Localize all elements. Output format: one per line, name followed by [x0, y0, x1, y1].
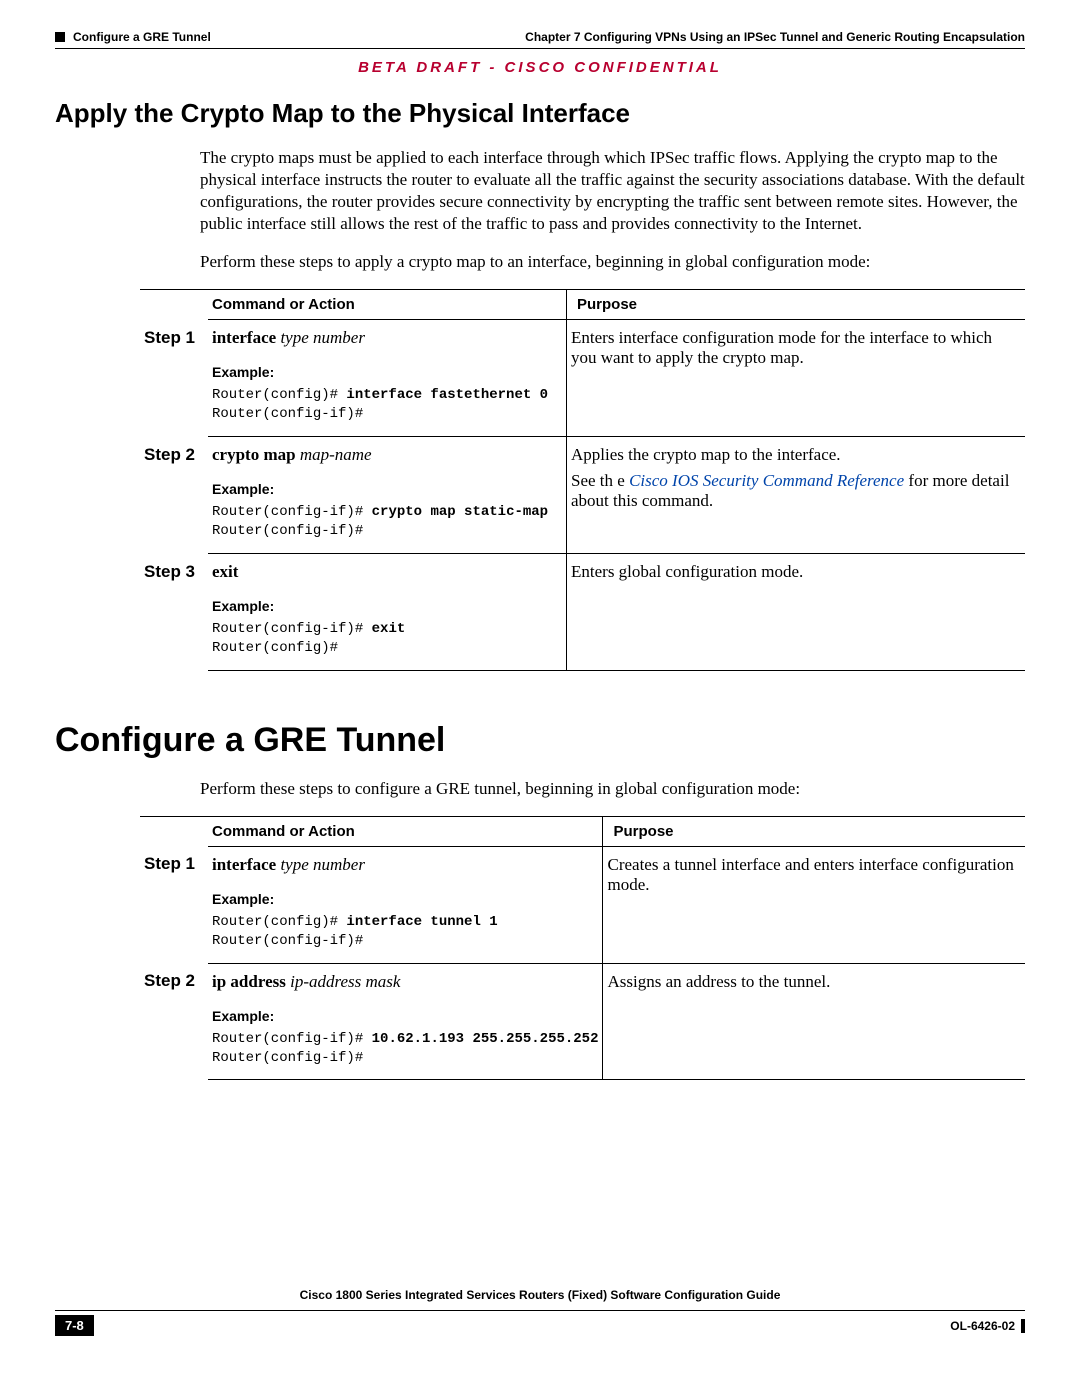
example-label: Example: — [212, 481, 562, 497]
command-name: interface — [212, 855, 276, 874]
ref-link[interactable]: Cisco IOS Security Command Reference — [629, 471, 904, 490]
step-label: Step 2 — [140, 963, 208, 1080]
example-label: Example: — [212, 364, 562, 380]
section-heading-apply-crypto: Apply the Crypto Map to the Physical Int… — [55, 98, 1025, 129]
page-number: 7-8 — [55, 1315, 94, 1336]
header-section-ref: Configure a GRE Tunnel — [73, 30, 211, 44]
body-paragraph: Perform these steps to apply a crypto ma… — [200, 251, 1025, 273]
command-name: interface — [212, 328, 276, 347]
command-name: crypto map — [212, 445, 296, 464]
header-chapter-ref: Chapter 7 Configuring VPNs Using an IPSe… — [525, 30, 1025, 44]
footer-doc-id: OL-6426-02 — [950, 1319, 1015, 1333]
page-footer: Cisco 1800 Series Integrated Services Ro… — [55, 1310, 1025, 1336]
purpose-cell: Enters global configuration mode. — [567, 554, 1026, 671]
th-purpose: Purpose — [567, 290, 1026, 320]
th-command: Command or Action — [208, 816, 603, 846]
command-table-1: Command or Action Purpose Step 1 interfa… — [140, 289, 1025, 670]
example-label: Example: — [212, 598, 562, 614]
footer-book-title: Cisco 1800 Series Integrated Services Ro… — [55, 1288, 1025, 1302]
purpose-cell: Assigns an address to the tunnel. — [603, 963, 1025, 1080]
command-arg: type number — [276, 328, 365, 347]
code-block: Router(config-if)# crypto map static-map… — [212, 503, 562, 541]
table-row: Step 1 interface type number Example: Ro… — [140, 846, 1025, 963]
step-label: Step 1 — [140, 320, 208, 437]
chapter-heading-configure-gre: Configure a GRE Tunnel — [55, 721, 1025, 760]
body-paragraph: Perform these steps to configure a GRE t… — [200, 778, 1025, 800]
page: Configure a GRE Tunnel Chapter 7 Configu… — [0, 0, 1080, 1376]
footer-bar-icon — [1021, 1319, 1025, 1333]
command-name: exit — [212, 562, 238, 581]
step-label: Step 1 — [140, 846, 208, 963]
table-row: Step 2 ip address ip-address mask Exampl… — [140, 963, 1025, 1080]
table-row: Step 1 interface type number Example: Ro… — [140, 320, 1025, 437]
page-header: Configure a GRE Tunnel Chapter 7 Configu… — [55, 30, 1025, 49]
header-marker-icon — [55, 32, 65, 42]
command-arg: type number — [276, 855, 365, 874]
step-label: Step 2 — [140, 437, 208, 554]
code-block: Router(config)# interface fastethernet 0… — [212, 386, 562, 424]
command-table-2: Command or Action Purpose Step 1 interfa… — [140, 816, 1025, 1081]
table-row: Step 2 crypto map map-name Example: Rout… — [140, 437, 1025, 554]
example-label: Example: — [212, 891, 598, 907]
code-block: Router(config-if)# 10.62.1.193 255.255.2… — [212, 1030, 598, 1068]
command-arg: map-name — [296, 445, 372, 464]
code-block: Router(config-if)# exit Router(config)# — [212, 620, 562, 658]
purpose-cell: Applies the crypto map to the interface.… — [567, 437, 1026, 554]
code-block: Router(config)# interface tunnel 1 Route… — [212, 913, 598, 951]
command-name: ip address — [212, 972, 286, 991]
command-arg: ip-address mask — [286, 972, 401, 991]
table-row: Step 3 exit Example: Router(config-if)# … — [140, 554, 1025, 671]
beta-draft-line: BETA DRAFT - CISCO CONFIDENTIAL — [55, 59, 1025, 76]
step-label: Step 3 — [140, 554, 208, 671]
purpose-cell: Enters interface configuration mode for … — [567, 320, 1026, 437]
th-command: Command or Action — [208, 290, 567, 320]
body-paragraph: The crypto maps must be applied to each … — [200, 147, 1025, 235]
th-purpose: Purpose — [603, 816, 1025, 846]
purpose-cell: Creates a tunnel interface and enters in… — [603, 846, 1025, 963]
example-label: Example: — [212, 1008, 598, 1024]
